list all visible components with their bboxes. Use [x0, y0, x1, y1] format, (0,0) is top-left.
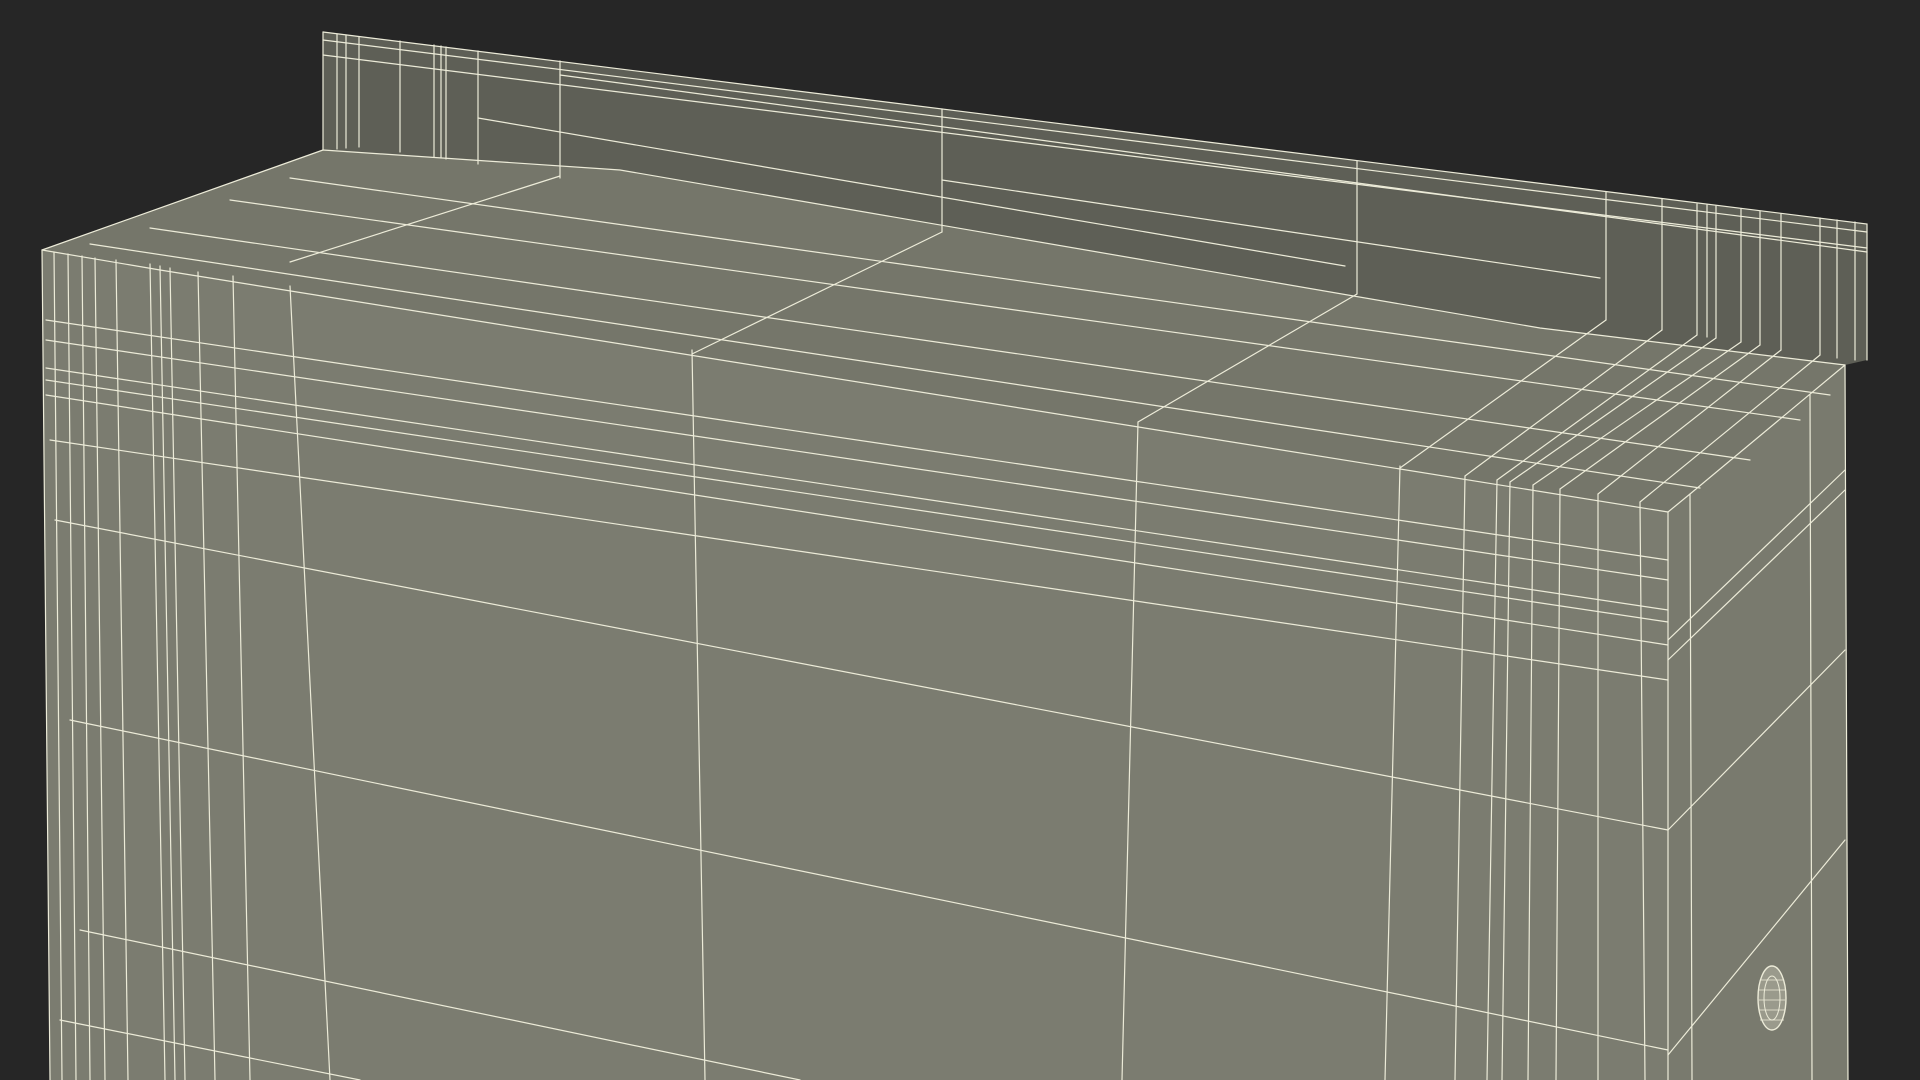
- render-viewport: [0, 0, 1920, 1080]
- wireframe-render: [0, 0, 1920, 1080]
- round-knob-icon: [1757, 965, 1787, 1031]
